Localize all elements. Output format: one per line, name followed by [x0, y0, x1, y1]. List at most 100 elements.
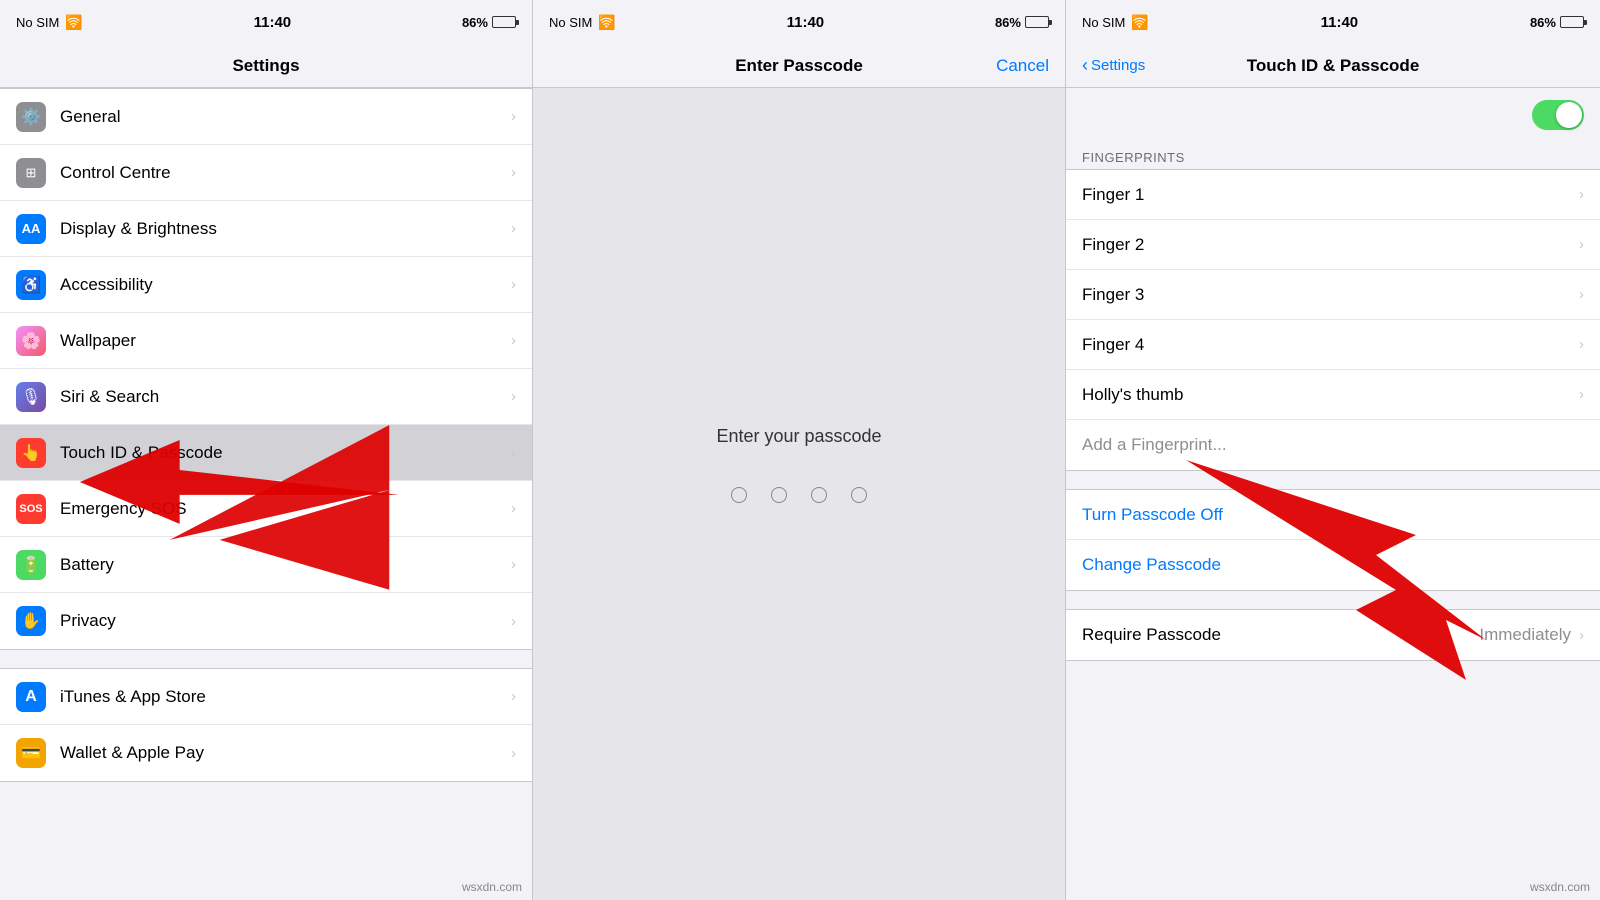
accessibility-label: Accessibility	[60, 275, 511, 295]
row-emergency-sos[interactable]: SOS Emergency SOS ›	[0, 481, 532, 537]
privacy-label: Privacy	[60, 611, 511, 631]
itunes-chevron: ›	[511, 688, 516, 705]
battery-chevron: ›	[511, 556, 516, 573]
row-finger-2[interactable]: Finger 2 ›	[1066, 220, 1600, 270]
wifi-icon-2: 🛜	[598, 14, 615, 31]
itunes-icon: A	[16, 682, 46, 712]
control-centre-chevron: ›	[511, 164, 516, 181]
section-divider-r2	[1066, 591, 1600, 609]
passcode-area: Enter your passcode	[533, 88, 1065, 900]
status-right-1: 86%	[462, 15, 516, 30]
cancel-button[interactable]: Cancel	[996, 56, 1049, 76]
turn-passcode-off-label: Turn Passcode Off	[1082, 505, 1584, 525]
finger-2-label: Finger 2	[1082, 235, 1579, 255]
settings-group-2: A iTunes & App Store › 💳 Wallet & Apple …	[0, 668, 532, 782]
row-itunes-app-store[interactable]: A iTunes & App Store ›	[0, 669, 532, 725]
settings-list: ⚙️ General › ⊞ Control Centre › AA Displ…	[0, 88, 532, 900]
fingerprints-group: Finger 1 › Finger 2 › Finger 3 › Finger …	[1066, 169, 1600, 471]
row-display-brightness[interactable]: AA Display & Brightness ›	[0, 201, 532, 257]
sim-text-2: No SIM	[549, 15, 592, 30]
battery-percent-2: 86%	[995, 15, 1021, 30]
control-centre-icon: ⊞	[16, 158, 46, 188]
touch-id-passcode-title: Touch ID & Passcode	[1247, 56, 1420, 76]
wifi-icon-3: 🛜	[1131, 14, 1148, 31]
wallpaper-chevron: ›	[511, 332, 516, 349]
passcode-actions-group: Turn Passcode Off Change Passcode	[1066, 489, 1600, 591]
panel-enter-passcode: No SIM 🛜 11:40 86% Enter Passcode Cancel…	[533, 0, 1066, 900]
wallet-label: Wallet & Apple Pay	[60, 743, 511, 763]
row-finger-4[interactable]: Finger 4 ›	[1066, 320, 1600, 370]
touch-id-toggle[interactable]	[1532, 100, 1584, 130]
privacy-icon: ✋	[16, 606, 46, 636]
general-icon: ⚙️	[16, 102, 46, 132]
sim-text-1: No SIM	[16, 15, 59, 30]
nav-bar-1: Settings	[0, 44, 532, 88]
general-label: General	[60, 107, 511, 127]
passcode-dot-1	[731, 487, 747, 503]
row-require-passcode[interactable]: Require Passcode Immediately ›	[1066, 610, 1600, 660]
back-label: Settings	[1091, 57, 1145, 74]
passcode-dots	[731, 487, 867, 503]
row-battery[interactable]: 🔋 Battery ›	[0, 537, 532, 593]
wallet-chevron: ›	[511, 745, 516, 762]
status-bar-2: No SIM 🛜 11:40 86%	[533, 0, 1065, 44]
row-privacy[interactable]: ✋ Privacy ›	[0, 593, 532, 649]
row-touch-id[interactable]: 👆 Touch ID & Passcode ›	[0, 425, 532, 481]
touch-id-chevron: ›	[511, 444, 516, 461]
battery-percent-3: 86%	[1530, 15, 1556, 30]
time-1: 11:40	[254, 14, 292, 31]
finger-2-chevron: ›	[1579, 236, 1584, 253]
emergency-sos-label: Emergency SOS	[60, 499, 511, 519]
status-left-2: No SIM 🛜	[549, 14, 616, 31]
itunes-label: iTunes & App Store	[60, 687, 511, 707]
nav-bar-3: ‹ Settings Touch ID & Passcode	[1066, 44, 1600, 88]
row-finger-1[interactable]: Finger 1 ›	[1066, 170, 1600, 220]
settings-group-1: ⚙️ General › ⊞ Control Centre › AA Displ…	[0, 88, 532, 650]
finger-1-chevron: ›	[1579, 186, 1584, 203]
finger-3-chevron: ›	[1579, 286, 1584, 303]
watermark: wsxdn.com	[462, 880, 522, 894]
general-chevron: ›	[511, 108, 516, 125]
back-chevron-icon: ‹	[1082, 55, 1088, 76]
status-bar-3: No SIM 🛜 11:40 86%	[1066, 0, 1600, 44]
row-hollys-thumb[interactable]: Holly's thumb ›	[1066, 370, 1600, 420]
row-wallpaper[interactable]: 🌸 Wallpaper ›	[0, 313, 532, 369]
status-bar-1: No SIM 🛜 11:40 86%	[0, 0, 532, 44]
section-divider-1	[0, 650, 532, 668]
touch-id-toggle-section	[1066, 88, 1600, 142]
battery-label: Battery	[60, 555, 511, 575]
row-siri-search[interactable]: 🎙 Siri & Search ›	[0, 369, 532, 425]
row-change-passcode[interactable]: Change Passcode	[1066, 540, 1600, 590]
row-finger-3[interactable]: Finger 3 ›	[1066, 270, 1600, 320]
status-right-2: 86%	[995, 15, 1049, 30]
emergency-sos-chevron: ›	[511, 500, 516, 517]
status-right-3: 86%	[1530, 15, 1584, 30]
row-control-centre[interactable]: ⊞ Control Centre ›	[0, 145, 532, 201]
wallpaper-label: Wallpaper	[60, 331, 511, 351]
wifi-icon-1: 🛜	[65, 14, 82, 31]
display-brightness-icon: AA	[16, 214, 46, 244]
add-fingerprint-label: Add a Fingerprint...	[1082, 435, 1584, 455]
finger-3-label: Finger 3	[1082, 285, 1579, 305]
emergency-sos-icon: SOS	[16, 494, 46, 524]
require-passcode-group: Require Passcode Immediately ›	[1066, 609, 1600, 661]
display-brightness-chevron: ›	[511, 220, 516, 237]
siri-chevron: ›	[511, 388, 516, 405]
status-left-1: No SIM 🛜	[16, 14, 83, 31]
row-wallet[interactable]: 💳 Wallet & Apple Pay ›	[0, 725, 532, 781]
watermark-right: wsxdn.com	[1530, 880, 1590, 894]
hollys-thumb-chevron: ›	[1579, 386, 1584, 403]
row-accessibility[interactable]: ♿ Accessibility ›	[0, 257, 532, 313]
row-general[interactable]: ⚙️ General ›	[0, 89, 532, 145]
privacy-chevron: ›	[511, 613, 516, 630]
passcode-dot-3	[811, 487, 827, 503]
siri-label: Siri & Search	[60, 387, 511, 407]
accessibility-chevron: ›	[511, 276, 516, 293]
row-turn-passcode-off[interactable]: Turn Passcode Off	[1066, 490, 1600, 540]
require-passcode-value: Immediately	[1479, 625, 1571, 645]
change-passcode-label: Change Passcode	[1082, 555, 1584, 575]
row-add-fingerprint[interactable]: Add a Fingerprint...	[1066, 420, 1600, 470]
back-button[interactable]: ‹ Settings	[1082, 55, 1145, 76]
display-brightness-label: Display & Brightness	[60, 219, 511, 239]
require-passcode-chevron: ›	[1579, 627, 1584, 644]
